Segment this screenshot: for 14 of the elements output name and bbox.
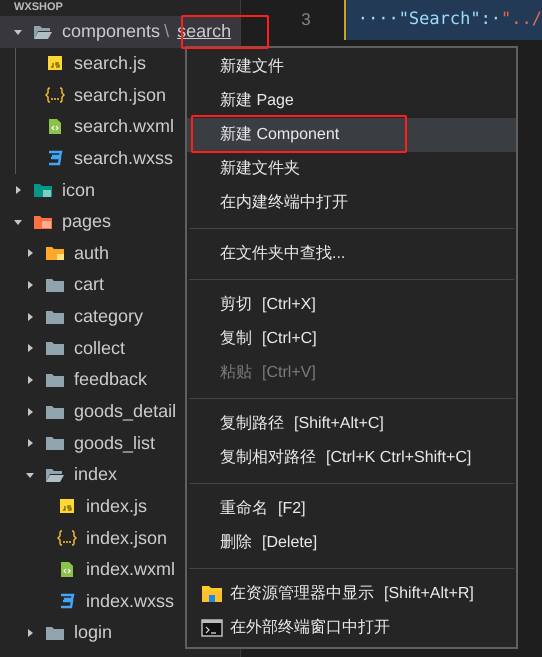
menu-item[interactable]: 复制相对路径 [Ctrl+K Ctrl+Shift+C] (187, 441, 516, 475)
menu-item[interactable]: 剪切 [Ctrl+X] (187, 288, 516, 322)
menu-item[interactable]: 复制 [Ctrl+C] (187, 322, 516, 356)
explorer-title: WXSHOP (13, 0, 64, 15)
menu-item[interactable]: 重命名 [F2] (187, 492, 516, 526)
menu-item[interactable]: 在内建终端中打开 (187, 186, 516, 220)
menu-item[interactable]: 新建 Component (187, 118, 516, 152)
menu-item[interactable]: 新建文件夹 (187, 152, 516, 186)
menu-item[interactable]: 在文件夹中查找... (187, 237, 516, 271)
line-number: 3 (300, 9, 311, 32)
menu-item[interactable]: 复制路径 [Shift+Alt+C] (187, 407, 516, 441)
menu-item[interactable]: 在外部终端窗口中打开 (187, 611, 516, 645)
menu-item[interactable]: 新建 Page (187, 84, 516, 118)
menu-item[interactable]: 新建文件 (187, 50, 516, 84)
